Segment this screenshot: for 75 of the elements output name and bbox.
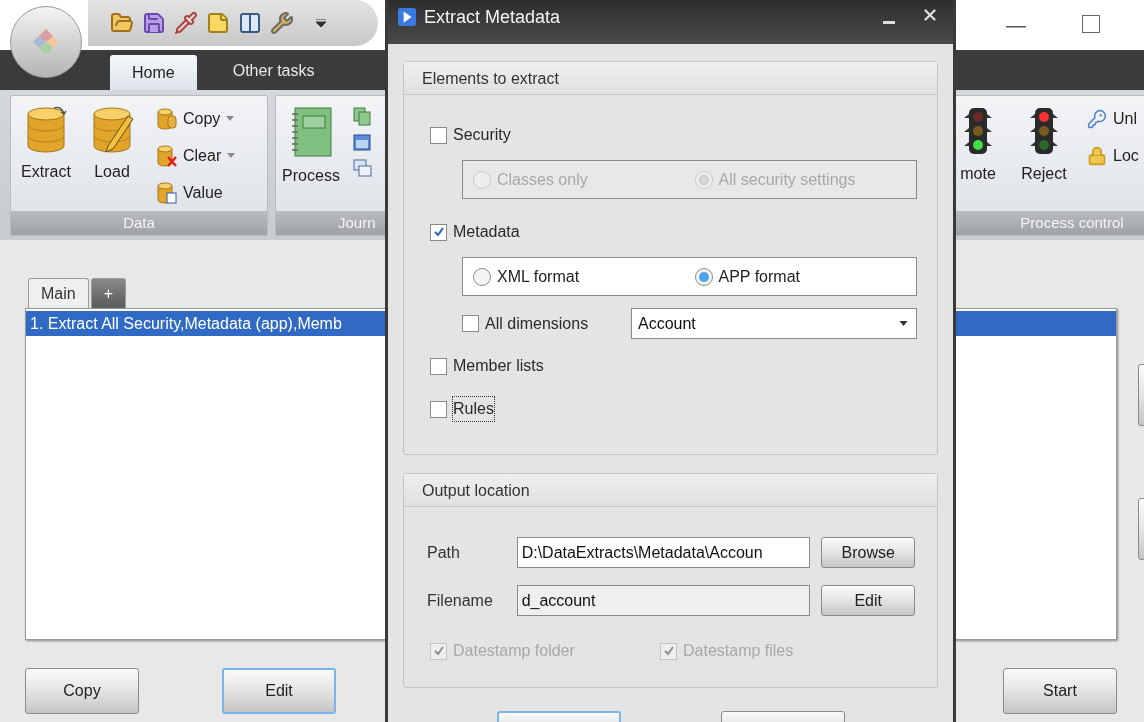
group-label: Journ <box>338 212 376 233</box>
radio-label: XML format <box>497 266 580 287</box>
traffic-light-icon <box>963 106 993 156</box>
group-label: Data <box>123 212 155 233</box>
checkbox-label: Rules <box>453 397 494 421</box>
logo-icon <box>31 27 61 57</box>
ribbon-button[interactable]: Reject <box>1013 106 1075 186</box>
minimize-icon[interactable] <box>1006 26 1026 28</box>
ribbon-tab[interactable]: Home <box>110 55 197 90</box>
ribbon-button[interactable]: Unl <box>1087 104 1139 133</box>
key-icon <box>1087 108 1107 129</box>
checkbox[interactable] <box>430 357 447 375</box>
calendar-icon <box>352 132 372 152</box>
ribbon-button[interactable]: Copy <box>155 104 236 133</box>
radio-button[interactable] <box>694 267 713 286</box>
text-field[interactable]: D:\DataExtracts\Metadata\Accoun <box>516 537 811 568</box>
action-button[interactable]: Copy <box>25 668 139 714</box>
columns-icon[interactable] <box>238 11 262 35</box>
dropper-icon[interactable] <box>174 11 198 35</box>
field-label: Path <box>427 542 461 563</box>
checkbox-label: Metadata <box>453 222 520 242</box>
text-field[interactable]: d_account <box>516 585 811 616</box>
checkbox[interactable] <box>462 315 479 332</box>
checkbox[interactable] <box>430 126 447 144</box>
database-copy-icon <box>155 107 177 130</box>
database-value-icon <box>155 181 177 204</box>
traffic-light-icon <box>1029 106 1059 156</box>
caret-icon <box>226 116 235 121</box>
checkbox-label: Security <box>453 125 511 145</box>
radio-label: All security settings <box>718 169 856 190</box>
group-label: Process control <box>1020 212 1124 233</box>
maximize-icon[interactable] <box>1082 15 1100 33</box>
ribbon-button[interactable]: Clear <box>155 141 236 170</box>
group-title: Elements to extract <box>404 62 937 95</box>
checkbox-label: Datestamp files <box>683 641 794 661</box>
action-button[interactable]: Edit <box>222 668 336 714</box>
lock-icon <box>1087 145 1107 166</box>
windows-icon <box>352 158 372 178</box>
checkbox-label: Member lists <box>453 356 544 376</box>
checkbox-label: All dimensions <box>485 313 589 334</box>
tools-icon[interactable] <box>270 11 294 35</box>
checkbox-label: Datestamp folder <box>453 641 575 661</box>
ribbon-button[interactable]: Process <box>280 106 342 188</box>
customize-icon[interactable] <box>316 19 326 27</box>
open-folder-icon[interactable] <box>110 11 134 35</box>
ribbon-tab[interactable]: Other tasks <box>210 53 337 88</box>
ribbon-button[interactable]: Loc <box>1087 141 1139 170</box>
tab[interactable]: + <box>90 278 127 308</box>
caret-icon <box>899 321 908 326</box>
notebooks-icon <box>352 106 372 126</box>
notebook-icon <box>289 106 333 158</box>
dimension-dropdown[interactable]: Account <box>631 308 917 339</box>
note-icon[interactable] <box>206 11 230 35</box>
dialog-title: Extract Metadata <box>424 6 561 28</box>
tab[interactable]: Main <box>28 278 89 308</box>
ribbon-button[interactable]: Load <box>81 106 143 184</box>
radio-button[interactable] <box>473 267 491 286</box>
close-icon[interactable] <box>921 6 939 24</box>
action-button[interactable]: Start <box>1003 668 1117 714</box>
group-title: Output location <box>404 474 937 507</box>
ribbon-button[interactable]: Value <box>155 178 236 207</box>
save-icon[interactable] <box>142 11 166 35</box>
radio-label: APP format <box>718 266 800 287</box>
ribbon-button[interactable]: Extract <box>15 106 77 184</box>
field-label: Filename <box>427 590 494 611</box>
field-button[interactable]: Browse <box>821 537 915 568</box>
app-icon <box>398 8 416 26</box>
caret-icon <box>227 153 236 158</box>
checkbox[interactable] <box>430 400 447 418</box>
database-delete-icon <box>155 144 177 167</box>
database-pencil-icon <box>90 106 134 154</box>
database-icon <box>24 106 68 154</box>
radio-label: Classes only <box>497 169 588 190</box>
field-button[interactable]: Edit <box>821 585 915 616</box>
checkbox[interactable] <box>430 223 447 241</box>
